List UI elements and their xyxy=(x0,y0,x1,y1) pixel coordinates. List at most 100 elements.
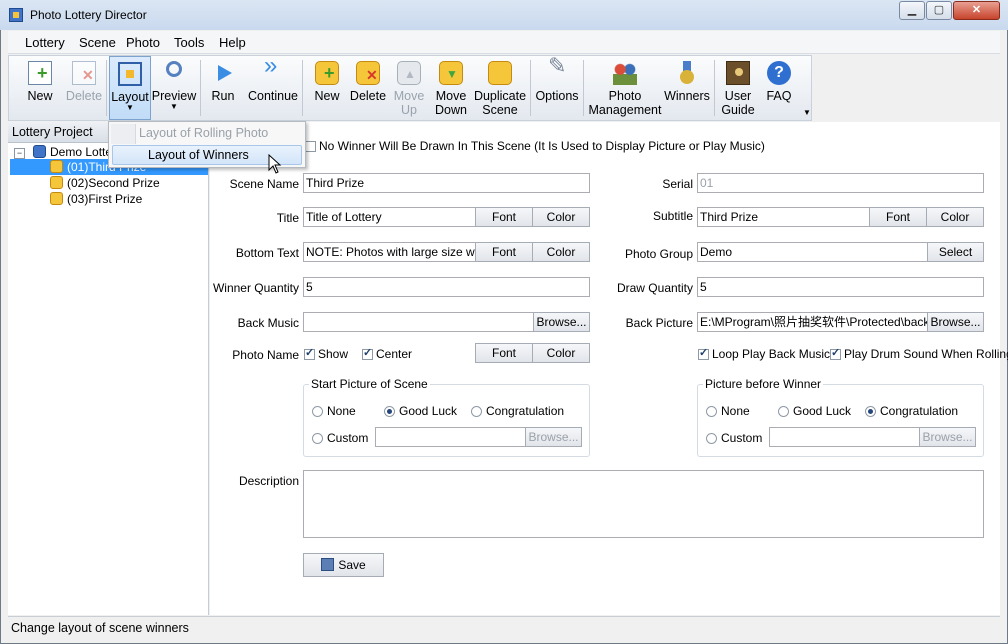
winner-quantity-label: Winner Quantity xyxy=(212,281,299,295)
bottom-text-label: Bottom Text xyxy=(235,246,299,260)
photo-name-color-button[interactable]: Color xyxy=(532,343,590,363)
drum-sound-checkbox[interactable]: Play Drum Sound When Rolling P xyxy=(830,346,1008,361)
layout-button[interactable]: Layout ▼ xyxy=(109,56,151,120)
bottom-text-font-button[interactable]: Font xyxy=(475,242,533,262)
fast-forward-icon xyxy=(261,59,285,85)
duplicate-scene-button[interactable]: Duplicate Scene xyxy=(472,58,528,117)
floppy-disk-icon xyxy=(321,558,335,571)
photo-group-select-button[interactable]: Select xyxy=(927,242,984,262)
bottom-text-color-button[interactable]: Color xyxy=(532,242,590,262)
winners-button[interactable]: Winners xyxy=(663,58,711,103)
minimize-button[interactable]: ▁ xyxy=(899,1,925,20)
save-button[interactable]: Save xyxy=(303,553,384,577)
menu-icon-gutter xyxy=(111,124,136,144)
before-none-radio[interactable]: None xyxy=(706,404,750,418)
title-bar: Photo Lottery Director ▁ ▢ ✕ xyxy=(0,0,1008,30)
scene-form: No Winner Will Be Drawn In This Scene (I… xyxy=(210,122,1008,615)
chevron-down-icon: ▼ xyxy=(170,102,178,111)
delete-project-button[interactable]: Delete xyxy=(61,58,107,103)
menu-lottery[interactable]: Lottery xyxy=(25,35,65,50)
photo-management-button[interactable]: Photo Management xyxy=(587,58,663,117)
window-title: Photo Lottery Director xyxy=(30,8,147,22)
subtitle-input[interactable]: Third Prize xyxy=(697,207,870,227)
before-custom-browse-button[interactable]: Browse... xyxy=(919,427,976,447)
back-music-browse-button[interactable]: Browse... xyxy=(533,312,590,332)
move-down-button[interactable]: Move Down xyxy=(431,58,471,117)
tree-root[interactable]: − Demo Lotter xyxy=(14,144,116,160)
no-winner-checkbox[interactable]: No Winner Will Be Drawn In This Scene (I… xyxy=(305,139,765,153)
photo-name-label: Photo Name xyxy=(232,348,299,362)
photo-name-font-button[interactable]: Font xyxy=(475,343,533,363)
start-good-luck-radio[interactable]: Good Luck xyxy=(384,404,457,418)
start-custom-radio[interactable]: Custom xyxy=(312,431,368,445)
magnifier-icon xyxy=(162,61,186,85)
before-congratulation-radio[interactable]: Congratulation xyxy=(865,404,958,418)
loop-music-checkbox[interactable]: Loop Play Back Music xyxy=(698,346,830,361)
start-custom-browse-button[interactable]: Browse... xyxy=(525,427,582,447)
start-none-radio[interactable]: None xyxy=(312,404,356,418)
scene-name-input[interactable]: Third Prize xyxy=(303,173,590,193)
preview-button[interactable]: Preview ▼ xyxy=(151,58,197,111)
project-tree-panel: − Demo Lotter (01)Third Prize (02)Second … xyxy=(8,122,209,615)
winner-quantity-input[interactable]: 5 xyxy=(303,277,590,297)
toolbar-overflow-icon[interactable]: ▼ xyxy=(803,108,811,117)
subtitle-font-button[interactable]: Font xyxy=(869,207,927,227)
before-custom-input[interactable] xyxy=(769,427,920,447)
new-document-icon xyxy=(28,61,52,85)
before-custom-radio[interactable]: Custom xyxy=(706,431,762,445)
menu-photo[interactable]: Photo xyxy=(126,35,160,50)
new-project-button[interactable]: New xyxy=(15,58,65,103)
layout-icon xyxy=(118,62,142,86)
menu-tools[interactable]: Tools xyxy=(174,35,204,50)
back-picture-input[interactable]: E:\MProgram\照片抽奖软件\Protected\back.jp xyxy=(697,312,928,332)
back-picture-browse-button[interactable]: Browse... xyxy=(927,312,984,332)
maximize-button[interactable]: ▢ xyxy=(926,1,952,20)
picture-before-winner-group: Picture before Winner None Good Luck Con… xyxy=(697,377,984,457)
layout-of-rolling-photo-item[interactable]: Layout of Rolling Photo xyxy=(139,126,268,140)
mouse-cursor-icon xyxy=(268,154,282,174)
toolbar-separator xyxy=(714,60,715,116)
toolbar: New Delete Layout ▼ Preview ▼ Run Contin… xyxy=(8,55,812,121)
description-textarea[interactable] xyxy=(303,470,984,538)
delete-document-icon xyxy=(72,61,96,85)
move-up-icon xyxy=(397,61,421,85)
radio-icon xyxy=(778,406,789,417)
before-good-luck-radio[interactable]: Good Luck xyxy=(778,404,851,418)
center-checkbox[interactable]: Center xyxy=(362,346,412,361)
title-input[interactable]: Title of Lottery xyxy=(303,207,476,227)
menu-help[interactable]: Help xyxy=(219,35,246,50)
serial-input[interactable]: 01 xyxy=(697,173,984,193)
options-button[interactable]: Options xyxy=(533,58,581,103)
tree-item[interactable]: (02)Second Prize xyxy=(50,175,160,191)
draw-quantity-label: Draw Quantity xyxy=(616,281,693,295)
continue-button[interactable]: Continue xyxy=(244,58,302,103)
toolbar-empty-area xyxy=(812,55,1000,121)
start-congratulation-radio[interactable]: Congratulation xyxy=(471,404,564,418)
show-checkbox[interactable]: Show xyxy=(304,346,348,361)
start-custom-input[interactable] xyxy=(375,427,526,447)
menu-scene[interactable]: Scene xyxy=(79,35,116,50)
title-font-button[interactable]: Font xyxy=(475,207,533,227)
collapse-icon[interactable]: − xyxy=(14,148,25,159)
app-icon xyxy=(9,8,23,22)
status-bar: Change layout of scene winners xyxy=(8,616,1000,639)
description-label: Description xyxy=(238,474,299,488)
scene-icon xyxy=(50,192,63,205)
status-text: Change layout of scene winners xyxy=(11,621,189,635)
tree-item[interactable]: (03)First Prize xyxy=(50,191,142,207)
move-up-button[interactable]: Move Up xyxy=(391,58,427,117)
radio-icon xyxy=(471,406,482,417)
bottom-text-input[interactable]: NOTE: Photos with large size will ma xyxy=(303,242,476,262)
draw-quantity-input[interactable]: 5 xyxy=(697,277,984,297)
subtitle-color-button[interactable]: Color xyxy=(926,207,984,227)
run-button[interactable]: Run xyxy=(205,58,241,103)
toolbar-separator xyxy=(106,60,107,116)
user-guide-button[interactable]: User Guide xyxy=(718,58,758,117)
title-color-button[interactable]: Color xyxy=(532,207,590,227)
back-music-input[interactable] xyxy=(303,312,534,332)
new-scene-button[interactable]: New xyxy=(309,58,345,103)
photo-group-input[interactable]: Demo xyxy=(697,242,928,262)
delete-scene-button[interactable]: Delete xyxy=(347,58,389,103)
close-button[interactable]: ✕ xyxy=(953,1,1000,20)
faq-button[interactable]: ? FAQ xyxy=(761,58,797,103)
